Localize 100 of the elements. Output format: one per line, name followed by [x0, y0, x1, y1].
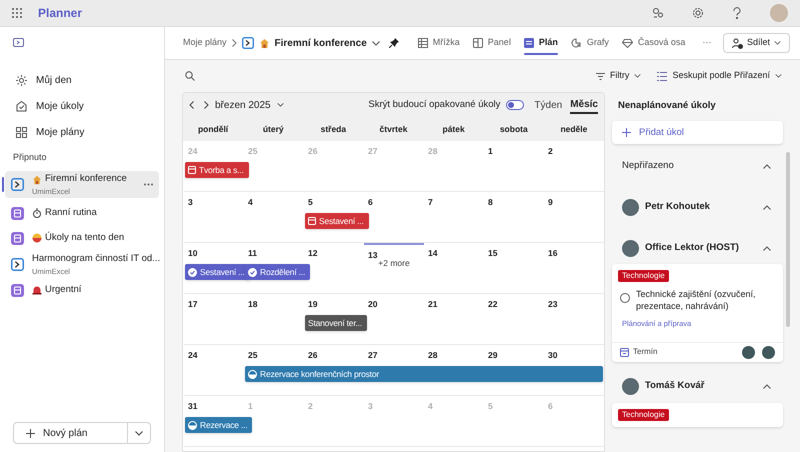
- chevron-up-icon[interactable]: [763, 164, 771, 169]
- chevron-down-icon[interactable]: [276, 103, 284, 107]
- day-number: 24: [188, 350, 198, 360]
- sidebar-item[interactable]: Moje úkoly: [0, 93, 164, 119]
- app-launcher-icon[interactable]: [12, 8, 22, 18]
- day-number: 23: [548, 299, 558, 309]
- toggle-switch[interactable]: [506, 100, 524, 110]
- calendar-event[interactable]: Rezervace konferenčních prostor: [245, 366, 603, 382]
- breadcrumb-link[interactable]: Moje plány: [183, 36, 227, 50]
- group-by-button[interactable]: Seskupit podle Přiřazení: [657, 69, 782, 83]
- previous-month-icon[interactable]: [189, 101, 194, 109]
- view-option[interactable]: Měsíc: [570, 96, 598, 114]
- grid-icon: [418, 38, 428, 48]
- plan-icon: [11, 258, 24, 270]
- chevron-down-icon[interactable]: [372, 40, 380, 46]
- next-month-icon[interactable]: [204, 101, 209, 109]
- sun-icon: [16, 74, 27, 86]
- grid-icon: [16, 126, 27, 138]
- day-number: 15: [488, 248, 498, 258]
- day-number: 10: [188, 248, 198, 258]
- group-name: Office Lektor (HOST): [645, 241, 740, 256]
- plan-icon: [242, 37, 254, 49]
- day-number: 7: [428, 197, 434, 207]
- chart-icon: [570, 38, 582, 48]
- view-tab[interactable]: Grafy: [570, 27, 609, 59]
- day-number: 27: [368, 146, 378, 156]
- panel-title: Nenaplánované úkoly: [618, 99, 717, 113]
- pin-icon[interactable]: [388, 38, 399, 48]
- house-icon: [258, 38, 270, 48]
- plan-icon: [11, 178, 24, 190]
- task-check-icon: [16, 100, 27, 112]
- pinned-plan-item[interactable]: Urgentní: [5, 278, 159, 302]
- list-plan-icon: [11, 206, 24, 220]
- list-icon: [657, 72, 668, 80]
- calendar-event[interactable]: Rozdělení ...: [245, 264, 310, 280]
- chevron-down-icon: [634, 74, 642, 78]
- day-number: 2: [308, 401, 314, 411]
- task-title: Technické zajištění (ozvučení, prezentace, nahrávání): [636, 288, 757, 312]
- view-tab[interactable]: Panel: [472, 27, 511, 59]
- search-icon[interactable]: [185, 71, 195, 81]
- view-tab[interactable]: Mřížka: [418, 27, 460, 59]
- plus-icon: [622, 128, 631, 138]
- day-number: 5: [308, 197, 314, 207]
- weekday-header: pátek: [442, 122, 465, 136]
- view-tab[interactable]: Plán: [524, 27, 558, 59]
- scrollbar-thumb[interactable]: [786, 152, 790, 327]
- calendar-event[interactable]: Stanovení ter...: [305, 315, 367, 331]
- weekday-header: úterý: [262, 122, 284, 136]
- view-tab[interactable]: Časová osa: [622, 27, 686, 59]
- help-icon[interactable]: [732, 7, 742, 19]
- chevron-up-icon[interactable]: [763, 204, 771, 210]
- day-number: 13: [368, 250, 378, 260]
- avatar: [622, 198, 639, 216]
- connections-icon[interactable]: [652, 7, 664, 19]
- month-picker[interactable]: březen 2025: [215, 98, 271, 112]
- settings-icon[interactable]: [692, 7, 704, 19]
- day-number: 2: [548, 146, 554, 156]
- chevron-up-icon[interactable]: [763, 384, 771, 389]
- day-number: 28: [428, 350, 438, 360]
- day-number: 1: [248, 401, 254, 411]
- day-number: 14: [428, 248, 438, 258]
- chevron-down-icon[interactable]: [135, 430, 143, 436]
- diamond-icon: [622, 38, 633, 48]
- calendar-event[interactable]: Rezervace ...: [185, 417, 252, 433]
- filter-button[interactable]: Filtry: [596, 69, 642, 83]
- sidebar-item[interactable]: Moje plány: [0, 119, 164, 145]
- more-options-icon[interactable]: [144, 182, 153, 186]
- group-name: Tomáš Kovář: [645, 379, 706, 394]
- day-number: 19: [308, 299, 318, 309]
- view-option[interactable]: Týden: [534, 98, 562, 112]
- day-number: 1: [488, 146, 494, 156]
- task-card[interactable]: Technologie: [612, 402, 783, 426]
- assignee-avatar: [762, 346, 775, 358]
- chevron-up-icon[interactable]: [763, 246, 771, 251]
- task-checkbox[interactable]: [620, 293, 630, 304]
- weekday-header: čtvrtek: [380, 122, 408, 136]
- more-tabs-button[interactable]: ···: [702, 36, 712, 50]
- calendar-event[interactable]: Tvorba a s...: [185, 162, 249, 178]
- new-plan-button[interactable]: Nový plán: [13, 422, 151, 444]
- half-circle-icon: [188, 420, 197, 430]
- due-date-label: Termín: [633, 346, 658, 358]
- more-events-link[interactable]: +2 more: [378, 257, 410, 270]
- stopwatch-icon: [32, 208, 42, 218]
- pinned-plan-item[interactable]: Ranní rutina: [5, 200, 159, 226]
- chevron-down-icon: [775, 74, 782, 78]
- weekday-header: středa: [320, 122, 346, 136]
- day-number: 9: [548, 197, 554, 207]
- day-number: 28: [428, 146, 438, 156]
- day-number: 26: [308, 146, 318, 156]
- collapse-sidebar-icon[interactable]: [13, 38, 24, 46]
- sidebar-item[interactable]: Můj den: [0, 67, 164, 93]
- day-number: 18: [248, 299, 258, 309]
- calendar-event[interactable]: Sestavení ...: [305, 213, 369, 229]
- add-task-button[interactable]: Přidat úkol: [612, 121, 783, 144]
- day-number: 27: [368, 350, 378, 360]
- plan-name: Harmonogram činností IT od...: [32, 252, 160, 266]
- pinned-plan-item[interactable]: Úkoly na tento den: [5, 226, 159, 250]
- share-button[interactable]: Sdílet: [722, 33, 790, 53]
- day-number: 21: [428, 299, 438, 309]
- day-number: 12: [308, 248, 318, 258]
